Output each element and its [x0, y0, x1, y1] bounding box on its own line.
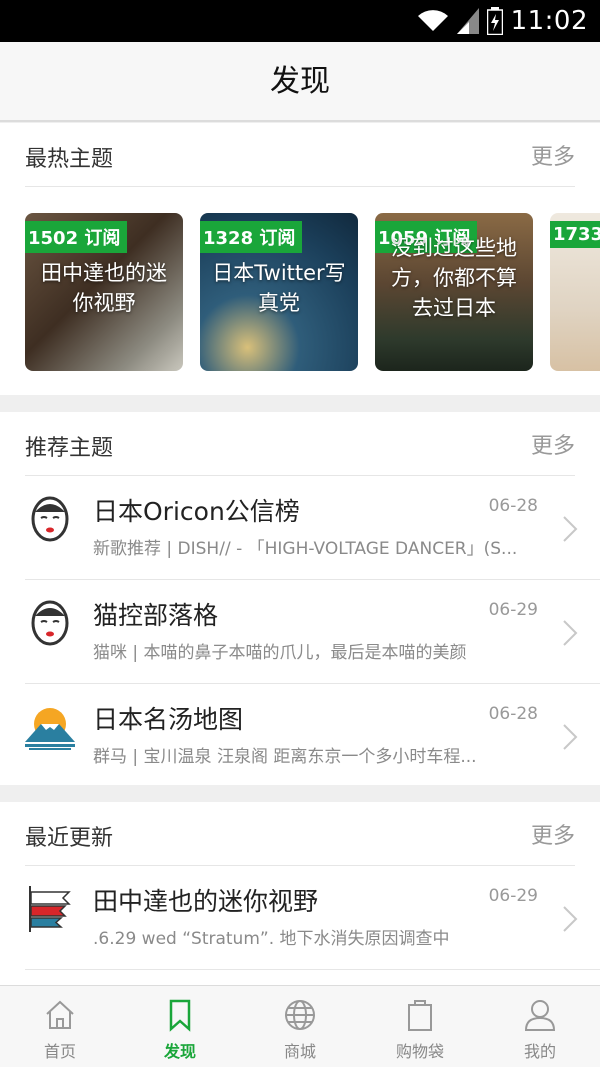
topic-card-title: 日本Twitter写真党 [212, 261, 346, 315]
list-item-title: 日本Oricon公信榜 [93, 497, 300, 526]
list-item-date: 06-29 [488, 600, 538, 620]
mask-face-icon [31, 600, 69, 646]
list-item[interactable]: 日本名汤地图 06-28 群马 | 宝川温泉 汪泉阁 距离东京一个多小时车程..… [25, 684, 600, 788]
title-bar: 发现 [0, 42, 600, 122]
carp-streamer-icon [29, 886, 71, 932]
tab-label: 发现 [163, 1042, 196, 1061]
list-item[interactable]: 田中達也的迷你视野 06-29 .6.29 wed “Stratum”. 地下水… [25, 866, 600, 970]
subscriber-badge: 1328 订阅 [200, 221, 303, 253]
mask-face-icon [31, 496, 69, 542]
list-item-date: 06-29 [488, 886, 538, 906]
mount-fuji-icon [25, 708, 75, 750]
home-icon [46, 1000, 74, 1029]
recommended-topics-title: 推荐主题 [25, 436, 114, 461]
list-item-date: 06-28 [488, 704, 538, 724]
topic-card[interactable]: 1059 订阅 没到过这些地方，你都不算去过日本 [375, 213, 533, 371]
recent-updates-section: 最近更新 更多 田中達也的迷你视野 06-29 .6.29 wed “Strat… [0, 802, 600, 985]
recommended-topics-header: 推荐主题 更多 [25, 412, 575, 476]
tab-label: 我的 [523, 1042, 556, 1061]
chevron-right-icon [563, 906, 578, 932]
status-icons: 11:02 [417, 4, 588, 38]
list-item-date: 06-28 [488, 496, 538, 516]
tab-shopping-bag[interactable]: 购物袋 [360, 986, 480, 1067]
list-item-subtitle: 新歌推荐 | DISH// - 「HIGH-VOLTAGE DANCER」(S.… [93, 539, 518, 559]
topic-card[interactable]: 1328 订阅 日本Twitter写真党 [200, 213, 358, 371]
tab-mall[interactable]: 商城 [240, 986, 360, 1067]
topic-card[interactable]: 1733 护肤 [550, 213, 600, 371]
list-item-title: 田中達也的迷你视野 [93, 887, 319, 916]
battery-icon [486, 7, 503, 35]
list-item[interactable]: 猫控部落格 06-29 猫咪 | 本喵的鼻子本喵的爪儿，最后是本喵的美颜 [25, 580, 600, 684]
hot-topics-carousel[interactable]: 1502 订阅 田中達也的迷你视野 1328 订阅 日本Twitter写真党 1… [0, 187, 600, 371]
page-title: 发现 [270, 64, 330, 99]
globe-icon [285, 1000, 315, 1030]
status-bar: 11:02 [0, 0, 600, 42]
subscriber-badge: 1502 订阅 [25, 221, 128, 253]
recommended-topics-more-link[interactable]: 更多 [531, 428, 575, 460]
list-item-subtitle: 群马 | 宝川温泉 汪泉阁 距离东京一个多小时车程... [93, 747, 477, 767]
status-time: 11:02 [510, 6, 588, 36]
bookmark-icon [169, 999, 191, 1032]
chevron-right-icon [563, 516, 578, 542]
tab-label: 商城 [283, 1042, 316, 1061]
wifi-icon [417, 10, 448, 31]
tab-label: 购物袋 [395, 1042, 444, 1061]
hot-topics-header: 最热主题 更多 [25, 123, 575, 187]
tab-me[interactable]: 我的 [480, 986, 600, 1067]
list-item-subtitle: 猫咪 | 本喵的鼻子本喵的爪儿，最后是本喵的美颜 [93, 643, 467, 663]
hot-topics-title: 最热主题 [25, 147, 114, 172]
topic-card-title: 护肤 [558, 258, 600, 288]
bag-icon [408, 1000, 432, 1031]
recommended-topics-section: 推荐主题 更多 日本Oricon公信榜 06-28 新歌推荐 | DISH// … [0, 412, 600, 785]
topic-card[interactable]: 1502 订阅 田中達也的迷你视野 [25, 213, 183, 371]
chevron-right-icon [563, 724, 578, 750]
tab-discover[interactable]: 发现 [120, 986, 240, 1067]
list-item-title: 猫控部落格 [93, 601, 219, 630]
topic-card-title: 田中達也的迷你视野 [41, 261, 167, 315]
chevron-right-icon [563, 620, 578, 646]
topic-card-title: 没到过这些地方，你都不算去过日本 [391, 236, 517, 320]
recent-updates-header: 最近更新 更多 [25, 802, 575, 866]
hot-topics-more-link[interactable]: 更多 [531, 139, 575, 171]
bottom-tab-bar: 首页 发现 商城 购物袋 我的 [0, 985, 600, 1067]
hot-topics-section: 最热主题 更多 1502 订阅 田中達也的迷你视野 1328 订阅 日本Twit… [0, 123, 600, 395]
recent-updates-more-link[interactable]: 更多 [531, 818, 575, 850]
tab-label: 首页 [43, 1042, 76, 1061]
signal-icon [456, 8, 479, 34]
list-item-title: 日本名汤地图 [93, 705, 244, 734]
list-item[interactable]: 日本Oricon公信榜 06-28 新歌推荐 | DISH// - 「HIGH-… [25, 476, 600, 580]
recent-updates-title: 最近更新 [25, 826, 114, 851]
tab-home[interactable]: 首页 [0, 986, 120, 1067]
person-icon [524, 1000, 556, 1031]
subscriber-badge: 1733 [550, 221, 600, 248]
list-item-subtitle: .6.29 wed “Stratum”. 地下水消失原因调查中 [93, 929, 450, 949]
